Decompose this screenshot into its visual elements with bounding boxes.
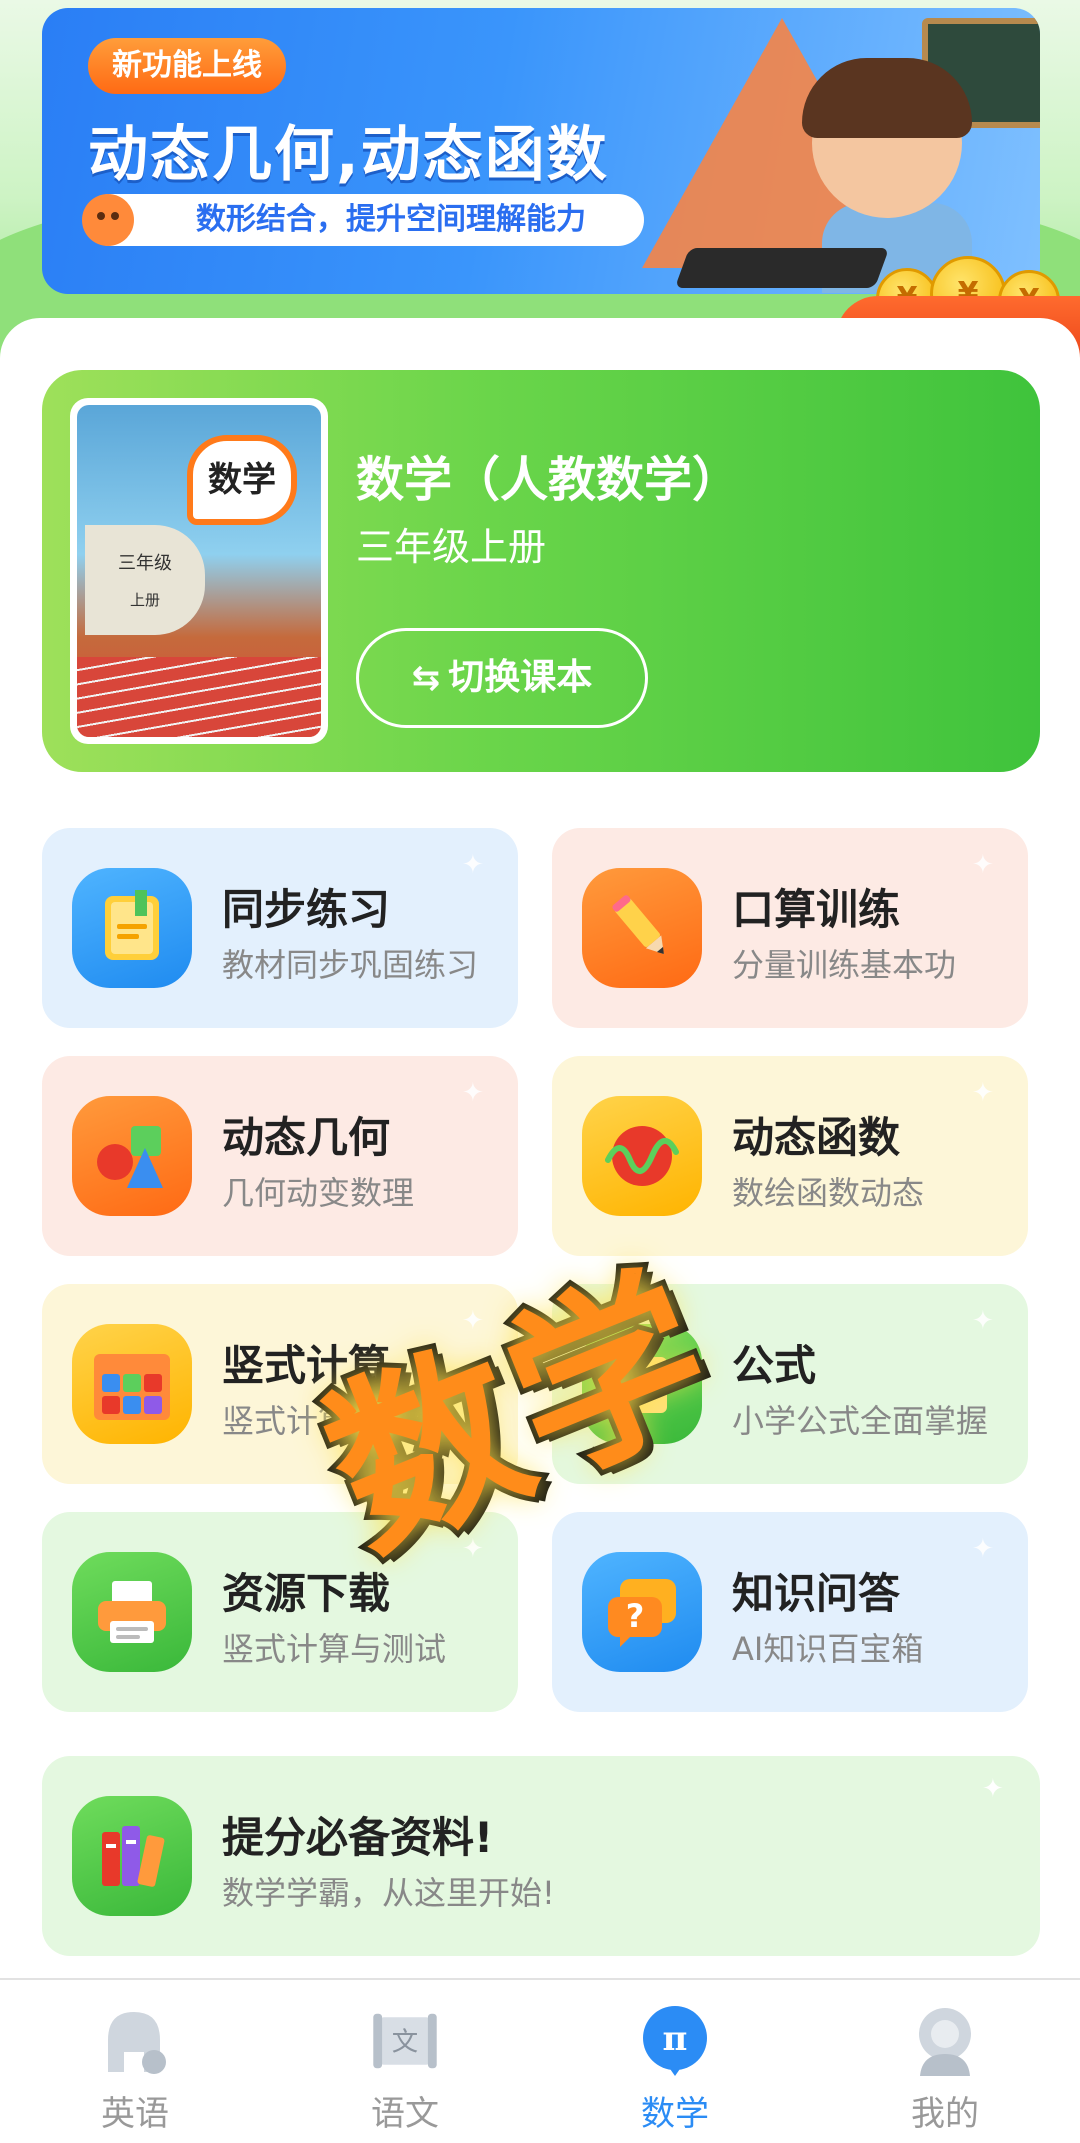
svg-text:文: 文 [392, 2027, 418, 2058]
new-feature-tag: 新功能上线 [88, 38, 286, 94]
feature-title: 口算训练 [732, 885, 901, 934]
feature-subtitle: 几何动变数理 [222, 1174, 415, 1212]
tablet-decoration [674, 248, 890, 288]
textbook-name: 数学（人教数学） [356, 452, 741, 508]
feature-title: 同步练习 [222, 885, 391, 934]
pi-icon: π [638, 2006, 712, 2076]
question-chat-icon: ? [582, 1552, 702, 1672]
study-materials-card[interactable]: ✦ 提分必备资料! 数学学霸，从这里开始! [42, 1756, 1040, 1956]
profile-icon [908, 2006, 982, 2076]
nav-label: 我的 [911, 2094, 979, 2134]
feature-subtitle: AI知识百宝箱 [732, 1630, 924, 1668]
feature-title: 动态函数 [732, 1113, 901, 1162]
nav-label: 英语 [101, 2094, 169, 2134]
feature-tile-oral-calculation[interactable]: ✦ 口算训练 分量训练基本功 [552, 828, 1028, 1028]
cover-title: 数学 [187, 435, 297, 525]
promo-title: 提分必备资料! [222, 1813, 494, 1862]
chinese-scroll-icon: 文 [368, 2006, 442, 2076]
switch-textbook-label: 切换课本 [448, 657, 593, 698]
nav-label: 数学 [641, 2094, 709, 2134]
cover-volume: 上册 [129, 591, 160, 609]
banner-subtitle: 数形结合，提升空间理解能力 [84, 194, 644, 246]
smiley-icon [82, 194, 134, 246]
calculation-blocks-icon [72, 1324, 192, 1444]
feature-tile-dynamic-geometry[interactable]: ✦ 动态几何 几何动变数理 [42, 1056, 518, 1256]
feature-title: 资源下载 [222, 1569, 391, 1618]
feature-title: 动态几何 [222, 1113, 391, 1162]
feature-subtitle: 竖式计算与测试 [222, 1630, 447, 1668]
nav-tab-chinese[interactable]: 文 语文 [270, 1980, 540, 2143]
svg-text:π: π [663, 2019, 688, 2059]
banner-title: 动态几何,动态函数 [88, 120, 609, 190]
books-icon [72, 1796, 192, 1916]
promo-banner[interactable]: 新功能上线 动态几何,动态函数 数形结合，提升空间理解能力 [42, 8, 1040, 294]
feature-tile-knowledge-qa[interactable]: ✦ ? 知识问答 AI知识百宝箱 [552, 1512, 1028, 1712]
svg-text:?: ? [626, 1597, 645, 1635]
cover-grade-badge: 三年级 上册 [85, 525, 205, 635]
feature-subtitle: 教材同步巩固练习 [222, 946, 479, 984]
nav-label: 语文 [371, 2094, 439, 2134]
feature-title: 知识问答 [732, 1569, 901, 1618]
switch-textbook-button[interactable]: ⇆ 切换课本 [356, 628, 648, 728]
nav-tab-math[interactable]: π 数学 [540, 1980, 810, 2143]
book-icon [72, 868, 192, 988]
feature-tile-sync-practice[interactable]: ✦ 同步练习 教材同步巩固练习 [42, 828, 518, 1028]
nav-tab-english[interactable]: 英语 [0, 1980, 270, 2143]
shapes-icon [72, 1096, 192, 1216]
promo-subtitle: 数学学霸，从这里开始! [222, 1874, 555, 1912]
printer-icon [72, 1552, 192, 1672]
feature-subtitle: 数绘函数动态 [732, 1174, 925, 1212]
cover-grade: 三年级 [118, 553, 172, 574]
textbook-cover[interactable]: 数学 三年级 上册 [70, 398, 328, 744]
pencil-icon [582, 868, 702, 988]
textbook-grade: 三年级上册 [356, 525, 547, 569]
swap-icon: ⇆ [411, 658, 441, 698]
cover-track-illustration [77, 657, 321, 737]
nav-tab-profile[interactable]: 我的 [810, 1980, 1080, 2143]
feature-subtitle: 分量训练基本功 [732, 946, 957, 984]
bottom-nav: 英语 文 语文 π 数学 我的 [0, 1978, 1080, 2143]
feature-subtitle: 小学公式全面掌握 [732, 1402, 989, 1440]
english-icon [98, 2006, 172, 2076]
feature-title: 公式 [732, 1341, 817, 1390]
